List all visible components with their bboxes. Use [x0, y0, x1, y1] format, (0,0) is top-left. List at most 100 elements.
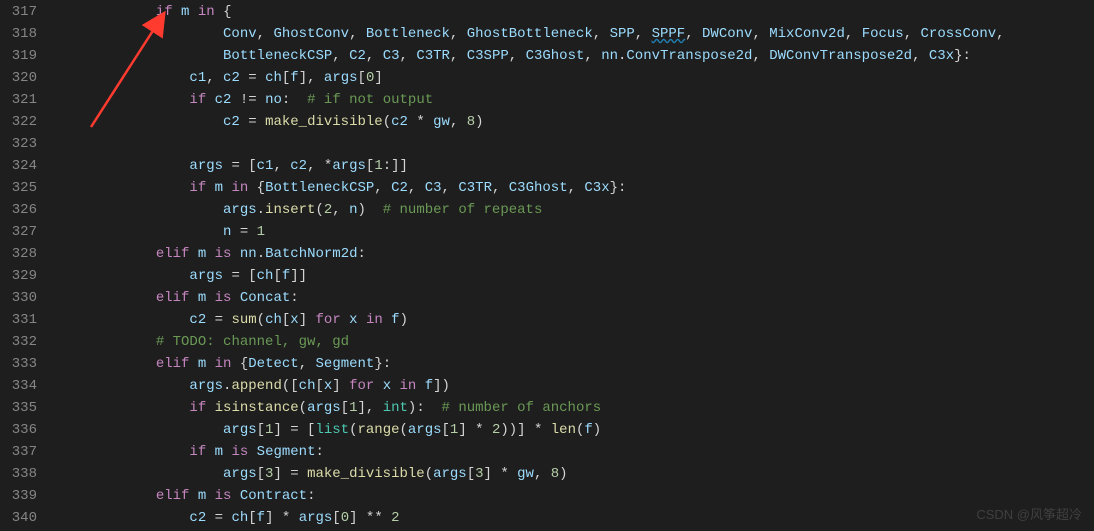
token: ): [358, 202, 383, 218]
code-editor[interactable]: 3173183193203213223233243253263273283293…: [0, 0, 1094, 531]
code-line[interactable]: c2 = make_divisible(c2 * gw, 8): [55, 112, 1094, 134]
token: ConvTranspose2d: [626, 48, 752, 64]
token: ]: [374, 70, 382, 86]
token: m: [198, 488, 215, 504]
token: c2: [223, 70, 248, 86]
code-line[interactable]: args = [ch[f]]: [55, 266, 1094, 288]
code-line[interactable]: c2 = ch[f] * args[0] ** 2: [55, 508, 1094, 530]
line-number: 327: [0, 222, 37, 244]
line-number: 318: [0, 24, 37, 46]
code-line[interactable]: elif m is Contract:: [55, 486, 1094, 508]
token: ,: [509, 48, 526, 64]
token: BottleneckCSP: [265, 180, 374, 196]
token: # TODO: channel, gw, gd: [156, 334, 349, 350]
token: C2: [349, 48, 366, 64]
token: 1: [257, 224, 265, 240]
token: x: [349, 312, 366, 328]
token: C3Ghost: [509, 180, 568, 196]
token: [: [248, 510, 256, 526]
token: m: [215, 444, 232, 460]
token: C3: [425, 180, 442, 196]
token: Segment: [257, 444, 316, 460]
token: c2: [290, 158, 307, 174]
code-line[interactable]: Conv, GhostConv, Bottleneck, GhostBottle…: [55, 24, 1094, 46]
line-number: 329: [0, 266, 37, 288]
line-number: 319: [0, 46, 37, 68]
token: list: [315, 422, 349, 438]
token: 1: [374, 158, 382, 174]
code-line[interactable]: BottleneckCSP, C2, C3, C3TR, C3SPP, C3Gh…: [55, 46, 1094, 68]
token: DWConv: [702, 26, 752, 42]
token: :: [307, 488, 315, 504]
token: C3Ghost: [526, 48, 585, 64]
code-line[interactable]: if c2 != no: # if not output: [55, 90, 1094, 112]
token: Focus: [862, 26, 904, 42]
token: args: [189, 158, 231, 174]
token: =: [248, 70, 265, 86]
code-line[interactable]: [55, 134, 1094, 156]
token: f: [290, 70, 298, 86]
token: 3: [475, 466, 483, 482]
token: m: [198, 290, 215, 306]
token: ,: [635, 26, 652, 42]
token: Detect: [248, 356, 298, 372]
code-line[interactable]: # TODO: channel, gw, gd: [55, 332, 1094, 354]
code-line[interactable]: if m is Segment:: [55, 442, 1094, 464]
code-area[interactable]: if m in { Conv, GhostConv, Bottleneck, G…: [55, 0, 1094, 531]
token: = [: [231, 158, 256, 174]
token: (: [257, 312, 265, 328]
token: is: [215, 246, 240, 262]
code-line[interactable]: if m in {: [55, 2, 1094, 24]
token: args: [324, 70, 358, 86]
token: args: [307, 400, 341, 416]
token: ,: [332, 48, 349, 64]
token: C3: [383, 48, 400, 64]
token: =: [240, 224, 257, 240]
code-line[interactable]: elif m is nn.BatchNorm2d:: [55, 244, 1094, 266]
token: =: [248, 114, 265, 130]
token: C3x: [584, 180, 609, 196]
code-line[interactable]: elif m in {Detect, Segment}:: [55, 354, 1094, 376]
token: ,: [593, 26, 610, 42]
code-line[interactable]: args[3] = make_divisible(args[3] * gw, 8…: [55, 464, 1094, 486]
token: ,: [206, 70, 223, 86]
token: in: [400, 378, 425, 394]
token: (: [299, 400, 307, 416]
code-line[interactable]: args[1] = [list(range(args[1] * 2))] * l…: [55, 420, 1094, 442]
token: [: [273, 268, 281, 284]
code-line[interactable]: if isinstance(args[1], int): # number of…: [55, 398, 1094, 420]
token: =: [215, 510, 232, 526]
token: n: [223, 224, 240, 240]
token: is: [231, 444, 256, 460]
token: [: [315, 378, 323, 394]
token: f: [391, 312, 399, 328]
token: if: [189, 180, 214, 196]
line-number: 332: [0, 332, 37, 354]
token: 0: [341, 510, 349, 526]
token: in: [215, 356, 240, 372]
code-line[interactable]: c1, c2 = ch[f], args[0]: [55, 68, 1094, 90]
token: args: [408, 422, 442, 438]
code-line[interactable]: args = [c1, c2, *args[1:]]: [55, 156, 1094, 178]
token: if: [156, 4, 181, 20]
token: [: [467, 466, 475, 482]
token: if: [189, 444, 214, 460]
code-line[interactable]: args.append([ch[x] for x in f]): [55, 376, 1094, 398]
code-line[interactable]: n = 1: [55, 222, 1094, 244]
token: ,: [568, 180, 585, 196]
token: ,: [299, 356, 316, 372]
token: x: [383, 378, 400, 394]
code-line[interactable]: args.insert(2, n) # number of repeats: [55, 200, 1094, 222]
token: ,: [450, 48, 467, 64]
token: args: [189, 378, 223, 394]
token: ):: [408, 400, 442, 416]
token: ],: [357, 400, 382, 416]
token: ] *: [458, 422, 492, 438]
code-line[interactable]: if m in {BottleneckCSP, C2, C3, C3TR, C3…: [55, 178, 1094, 200]
token: ] *: [265, 510, 299, 526]
token: ] =: [273, 466, 307, 482]
token: args: [332, 158, 366, 174]
code-line[interactable]: elif m is Concat:: [55, 288, 1094, 310]
token: :: [358, 246, 366, 262]
code-line[interactable]: c2 = sum(ch[x] for x in f): [55, 310, 1094, 332]
